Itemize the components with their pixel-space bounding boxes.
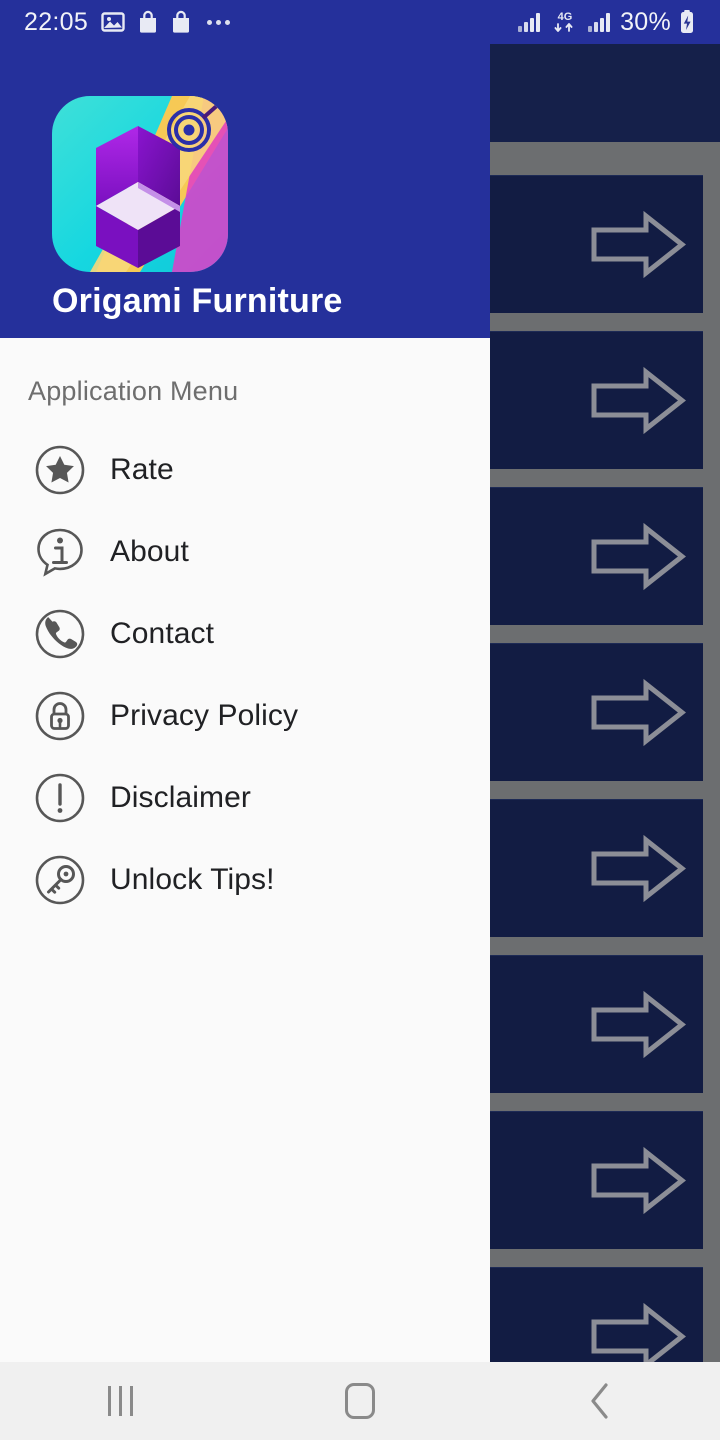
drawer-menu-item-about[interactable]: About — [0, 511, 490, 593]
more-dots-icon — [207, 19, 231, 25]
battery-charging-icon — [681, 10, 693, 33]
shopping-bag-icon — [140, 10, 157, 33]
drawer-menu-item-privacy-policy[interactable]: Privacy Policy — [0, 675, 490, 757]
signal-bars-icon — [588, 13, 611, 32]
system-navigation-bar — [0, 1362, 720, 1440]
home-icon — [345, 1383, 375, 1419]
recents-button[interactable] — [0, 1362, 240, 1440]
drawer-menu-item-contact[interactable]: Contact — [0, 593, 490, 675]
back-icon — [591, 1383, 608, 1419]
phone-circle-icon — [35, 609, 85, 659]
status-bar: 22:05 4G 30% — [0, 0, 720, 44]
star-circle-icon — [35, 445, 85, 495]
drawer-menu-item-label: Unlock Tips! — [110, 863, 275, 896]
exclamation-circle-icon — [35, 773, 85, 823]
drawer-menu-item-label: Disclaimer — [110, 781, 252, 814]
drawer-menu-item-unlock-tips[interactable]: Unlock Tips! — [0, 839, 490, 921]
info-bubble-icon — [37, 528, 83, 577]
drawer-menu-item-label: About — [110, 535, 189, 568]
application-menu-label: Application Menu — [28, 376, 239, 406]
phone-screen: 22:05 4G 30% Origami Furniture Applicati… — [0, 0, 720, 1440]
app-name-label: Origami Furniture — [52, 282, 343, 320]
home-button[interactable] — [240, 1362, 480, 1440]
status-bar-right: 4G 30% — [517, 8, 696, 37]
drawer-menu-item-label: Rate — [110, 453, 174, 486]
navigation-drawer: Origami Furniture Application Menu Rate A… — [0, 44, 490, 1362]
key-circle-icon — [35, 855, 85, 905]
mobile-data-icon: 4G — [554, 11, 573, 32]
drawer-header: Origami Furniture — [0, 44, 490, 338]
lock-circle-icon — [35, 691, 85, 741]
drawer-menu-item-label: Contact — [110, 617, 215, 650]
shopping-bag-icon — [173, 10, 190, 33]
origami-chair-app-logo — [52, 96, 228, 272]
drawer-menu-item-rate[interactable]: Rate — [0, 429, 490, 511]
back-button[interactable] — [480, 1362, 720, 1440]
drawer-menu-item-label: Privacy Policy — [110, 699, 299, 732]
signal-bars-icon — [518, 13, 541, 32]
image-icon — [101, 12, 125, 32]
battery-percent-label: 30% — [620, 7, 671, 36]
status-bar-clock: 22:05 — [24, 7, 89, 36]
svg-text:4G: 4G — [558, 11, 573, 23]
status-bar-left: 22:05 — [24, 8, 517, 37]
drawer-menu-item-disclaimer[interactable]: Disclaimer — [0, 757, 490, 839]
drawer-menu-list: Rate About Contact Privacy Policy Disclaimer… — [0, 407, 490, 921]
recents-icon — [107, 1386, 133, 1416]
